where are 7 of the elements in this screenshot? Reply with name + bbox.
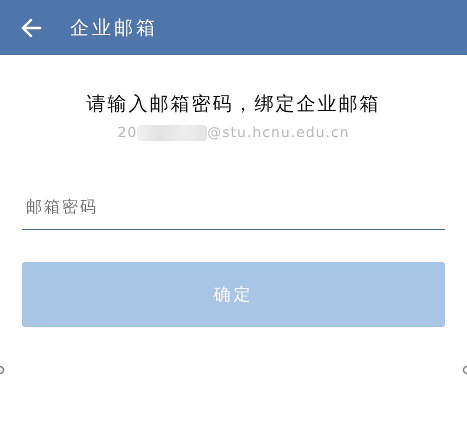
email-start: 20 bbox=[117, 125, 138, 141]
email-domain: @stu.hcnu.edu.cn bbox=[207, 125, 350, 141]
edge-handle-icon bbox=[0, 365, 5, 375]
prompt-text: 请输入邮箱密码，绑定企业邮箱 bbox=[86, 92, 382, 117]
back-arrow-icon[interactable] bbox=[20, 18, 42, 38]
page-title: 企业邮箱 bbox=[70, 16, 158, 40]
edge-handle-icon bbox=[462, 365, 467, 375]
